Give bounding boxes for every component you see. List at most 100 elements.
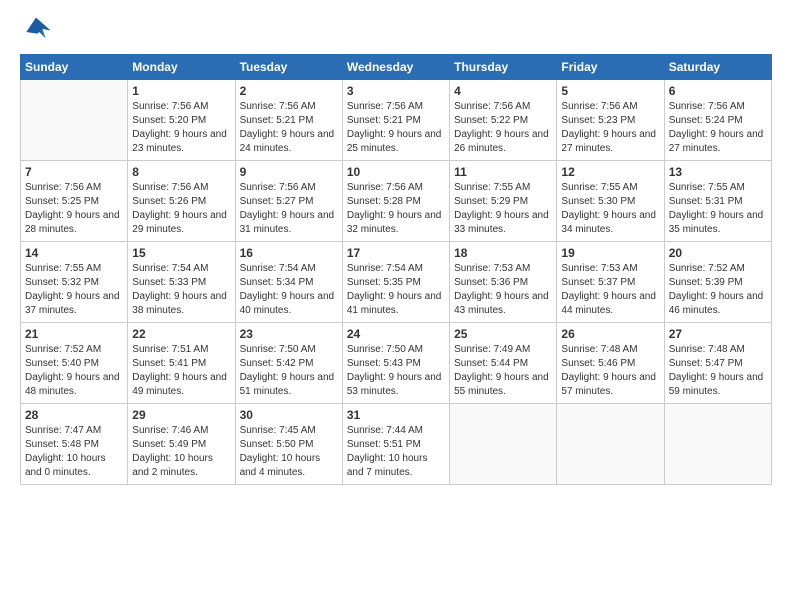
calendar-cell: 8 Sunrise: 7:56 AMSunset: 5:26 PMDayligh… xyxy=(128,161,235,242)
day-number: 25 xyxy=(454,327,552,341)
day-number: 16 xyxy=(240,246,338,260)
calendar-cell: 7 Sunrise: 7:56 AMSunset: 5:25 PMDayligh… xyxy=(21,161,128,242)
calendar-cell: 26 Sunrise: 7:48 AMSunset: 5:46 PMDaylig… xyxy=(557,323,664,404)
day-info: Sunrise: 7:45 AMSunset: 5:50 PMDaylight:… xyxy=(240,425,321,478)
day-number: 26 xyxy=(561,327,659,341)
calendar-body: 1 Sunrise: 7:56 AMSunset: 5:20 PMDayligh… xyxy=(21,80,772,485)
day-number: 28 xyxy=(25,408,123,422)
calendar-cell: 11 Sunrise: 7:55 AMSunset: 5:29 PMDaylig… xyxy=(450,161,557,242)
calendar-cell: 23 Sunrise: 7:50 AMSunset: 5:42 PMDaylig… xyxy=(235,323,342,404)
calendar-cell: 15 Sunrise: 7:54 AMSunset: 5:33 PMDaylig… xyxy=(128,242,235,323)
day-info: Sunrise: 7:47 AMSunset: 5:48 PMDaylight:… xyxy=(25,425,106,478)
calendar-cell xyxy=(664,404,771,485)
day-info: Sunrise: 7:52 AMSunset: 5:40 PMDaylight:… xyxy=(25,344,120,397)
day-info: Sunrise: 7:55 AMSunset: 5:32 PMDaylight:… xyxy=(25,263,120,316)
day-number: 19 xyxy=(561,246,659,260)
day-number: 27 xyxy=(669,327,767,341)
calendar-week-4: 21 Sunrise: 7:52 AMSunset: 5:40 PMDaylig… xyxy=(21,323,772,404)
day-info: Sunrise: 7:56 AMSunset: 5:28 PMDaylight:… xyxy=(347,182,442,235)
calendar-table: SundayMondayTuesdayWednesdayThursdayFrid… xyxy=(20,54,772,485)
calendar-cell: 31 Sunrise: 7:44 AMSunset: 5:51 PMDaylig… xyxy=(342,404,449,485)
column-header-saturday: Saturday xyxy=(664,55,771,80)
logo xyxy=(20,16,56,44)
day-info: Sunrise: 7:55 AMSunset: 5:29 PMDaylight:… xyxy=(454,182,549,235)
day-info: Sunrise: 7:55 AMSunset: 5:31 PMDaylight:… xyxy=(669,182,764,235)
day-number: 17 xyxy=(347,246,445,260)
day-info: Sunrise: 7:48 AMSunset: 5:46 PMDaylight:… xyxy=(561,344,656,397)
calendar-cell: 27 Sunrise: 7:48 AMSunset: 5:47 PMDaylig… xyxy=(664,323,771,404)
calendar-cell: 2 Sunrise: 7:56 AMSunset: 5:21 PMDayligh… xyxy=(235,80,342,161)
calendar-cell: 16 Sunrise: 7:54 AMSunset: 5:34 PMDaylig… xyxy=(235,242,342,323)
page-container: SundayMondayTuesdayWednesdayThursdayFrid… xyxy=(0,0,792,495)
day-info: Sunrise: 7:56 AMSunset: 5:22 PMDaylight:… xyxy=(454,101,549,154)
column-header-thursday: Thursday xyxy=(450,55,557,80)
day-info: Sunrise: 7:53 AMSunset: 5:36 PMDaylight:… xyxy=(454,263,549,316)
day-info: Sunrise: 7:56 AMSunset: 5:21 PMDaylight:… xyxy=(347,101,442,154)
day-info: Sunrise: 7:50 AMSunset: 5:42 PMDaylight:… xyxy=(240,344,335,397)
day-info: Sunrise: 7:53 AMSunset: 5:37 PMDaylight:… xyxy=(561,263,656,316)
calendar-cell: 5 Sunrise: 7:56 AMSunset: 5:23 PMDayligh… xyxy=(557,80,664,161)
calendar-cell: 24 Sunrise: 7:50 AMSunset: 5:43 PMDaylig… xyxy=(342,323,449,404)
calendar-week-1: 1 Sunrise: 7:56 AMSunset: 5:20 PMDayligh… xyxy=(21,80,772,161)
day-number: 2 xyxy=(240,84,338,98)
column-header-tuesday: Tuesday xyxy=(235,55,342,80)
column-header-sunday: Sunday xyxy=(21,55,128,80)
day-info: Sunrise: 7:46 AMSunset: 5:49 PMDaylight:… xyxy=(132,425,213,478)
calendar-cell: 4 Sunrise: 7:56 AMSunset: 5:22 PMDayligh… xyxy=(450,80,557,161)
calendar-cell: 3 Sunrise: 7:56 AMSunset: 5:21 PMDayligh… xyxy=(342,80,449,161)
day-info: Sunrise: 7:54 AMSunset: 5:34 PMDaylight:… xyxy=(240,263,335,316)
day-number: 15 xyxy=(132,246,230,260)
day-info: Sunrise: 7:49 AMSunset: 5:44 PMDaylight:… xyxy=(454,344,549,397)
calendar-cell: 17 Sunrise: 7:54 AMSunset: 5:35 PMDaylig… xyxy=(342,242,449,323)
day-number: 1 xyxy=(132,84,230,98)
day-number: 24 xyxy=(347,327,445,341)
calendar-cell: 10 Sunrise: 7:56 AMSunset: 5:28 PMDaylig… xyxy=(342,161,449,242)
calendar-week-2: 7 Sunrise: 7:56 AMSunset: 5:25 PMDayligh… xyxy=(21,161,772,242)
calendar-cell xyxy=(21,80,128,161)
day-info: Sunrise: 7:48 AMSunset: 5:47 PMDaylight:… xyxy=(669,344,764,397)
day-number: 18 xyxy=(454,246,552,260)
day-number: 4 xyxy=(454,84,552,98)
day-info: Sunrise: 7:54 AMSunset: 5:35 PMDaylight:… xyxy=(347,263,442,316)
day-info: Sunrise: 7:56 AMSunset: 5:26 PMDaylight:… xyxy=(132,182,227,235)
calendar-cell: 6 Sunrise: 7:56 AMSunset: 5:24 PMDayligh… xyxy=(664,80,771,161)
day-info: Sunrise: 7:56 AMSunset: 5:25 PMDaylight:… xyxy=(25,182,120,235)
day-info: Sunrise: 7:56 AMSunset: 5:21 PMDaylight:… xyxy=(240,101,335,154)
day-info: Sunrise: 7:52 AMSunset: 5:39 PMDaylight:… xyxy=(669,263,764,316)
calendar-cell: 1 Sunrise: 7:56 AMSunset: 5:20 PMDayligh… xyxy=(128,80,235,161)
calendar-week-5: 28 Sunrise: 7:47 AMSunset: 5:48 PMDaylig… xyxy=(21,404,772,485)
day-info: Sunrise: 7:56 AMSunset: 5:24 PMDaylight:… xyxy=(669,101,764,154)
calendar-cell: 20 Sunrise: 7:52 AMSunset: 5:39 PMDaylig… xyxy=(664,242,771,323)
calendar-cell: 13 Sunrise: 7:55 AMSunset: 5:31 PMDaylig… xyxy=(664,161,771,242)
day-number: 20 xyxy=(669,246,767,260)
day-number: 9 xyxy=(240,165,338,179)
day-number: 21 xyxy=(25,327,123,341)
header xyxy=(20,16,772,44)
day-info: Sunrise: 7:51 AMSunset: 5:41 PMDaylight:… xyxy=(132,344,227,397)
calendar-cell: 9 Sunrise: 7:56 AMSunset: 5:27 PMDayligh… xyxy=(235,161,342,242)
day-number: 13 xyxy=(669,165,767,179)
day-number: 6 xyxy=(669,84,767,98)
calendar-cell xyxy=(450,404,557,485)
calendar-cell: 14 Sunrise: 7:55 AMSunset: 5:32 PMDaylig… xyxy=(21,242,128,323)
calendar-cell: 29 Sunrise: 7:46 AMSunset: 5:49 PMDaylig… xyxy=(128,404,235,485)
calendar-cell: 25 Sunrise: 7:49 AMSunset: 5:44 PMDaylig… xyxy=(450,323,557,404)
calendar-cell: 22 Sunrise: 7:51 AMSunset: 5:41 PMDaylig… xyxy=(128,323,235,404)
calendar-cell: 21 Sunrise: 7:52 AMSunset: 5:40 PMDaylig… xyxy=(21,323,128,404)
day-info: Sunrise: 7:56 AMSunset: 5:23 PMDaylight:… xyxy=(561,101,656,154)
calendar-cell: 19 Sunrise: 7:53 AMSunset: 5:37 PMDaylig… xyxy=(557,242,664,323)
day-info: Sunrise: 7:44 AMSunset: 5:51 PMDaylight:… xyxy=(347,425,428,478)
logo-bird-icon xyxy=(20,16,52,44)
calendar-cell: 12 Sunrise: 7:55 AMSunset: 5:30 PMDaylig… xyxy=(557,161,664,242)
day-info: Sunrise: 7:56 AMSunset: 5:20 PMDaylight:… xyxy=(132,101,227,154)
day-number: 11 xyxy=(454,165,552,179)
column-header-wednesday: Wednesday xyxy=(342,55,449,80)
day-number: 30 xyxy=(240,408,338,422)
day-number: 5 xyxy=(561,84,659,98)
day-number: 31 xyxy=(347,408,445,422)
day-info: Sunrise: 7:55 AMSunset: 5:30 PMDaylight:… xyxy=(561,182,656,235)
day-number: 12 xyxy=(561,165,659,179)
day-number: 3 xyxy=(347,84,445,98)
day-number: 8 xyxy=(132,165,230,179)
day-info: Sunrise: 7:50 AMSunset: 5:43 PMDaylight:… xyxy=(347,344,442,397)
